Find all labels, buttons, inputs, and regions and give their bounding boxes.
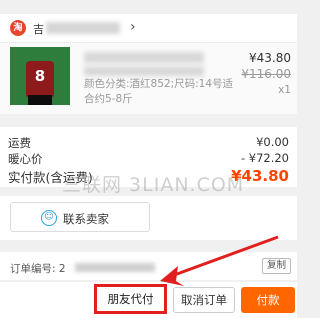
shipping-value: ¥0.00 [256,135,289,149]
product-title-redacted [84,52,204,76]
price-current: ¥43.80 [249,51,291,65]
watermark: 三联网 3LIAN.COM [62,174,245,196]
order-item[interactable]: 8 颜色分类:酒红852;尺码:14号适合约5-8斤 ¥43.80 ¥116.0… [0,42,297,114]
friend-pay-button[interactable]: 朋友代付 [94,284,167,314]
contact-section: ☺ 联系卖家 [0,196,297,240]
quantity: x1 [278,84,291,96]
copy-button[interactable]: 复制 [261,258,291,274]
chevron-right-icon[interactable]: › [130,19,136,35]
order-number-redacted [75,263,155,272]
price-original: ¥116.00 [241,67,291,81]
discount-label: 暖心价 [8,152,43,166]
pay-button[interactable]: 付款 [241,287,295,313]
order-number-row: 订单编号: 2 复制 [0,252,297,280]
store-name: 吉 [33,23,44,36]
cancel-order-button[interactable]: 取消订单 [173,287,235,313]
shipping-label: 运费 [8,136,31,150]
contact-seller-label: 联系卖家 [63,212,109,226]
jersey-number: 8 [34,67,46,85]
contact-seller-button[interactable]: ☺ 联系卖家 [10,202,150,232]
action-bar: 朋友代付 取消订单 付款 [0,282,297,318]
store-header[interactable]: 淘 吉 › [0,14,297,42]
product-attributes: 颜色分类:酒红852;尺码:14号适合约5-8斤 [84,78,234,105]
jersey-shorts [28,95,52,105]
store-name-redacted [46,22,120,34]
discount-value: - ¥72.20 [240,151,289,165]
product-thumbnail[interactable]: 8 [10,47,70,105]
store-icon: 淘 [10,20,26,36]
chat-smile-icon: ☺ [41,210,57,226]
jersey-shirt: 8 [26,61,54,97]
order-number-label: 订单编号: 2 [10,263,66,275]
